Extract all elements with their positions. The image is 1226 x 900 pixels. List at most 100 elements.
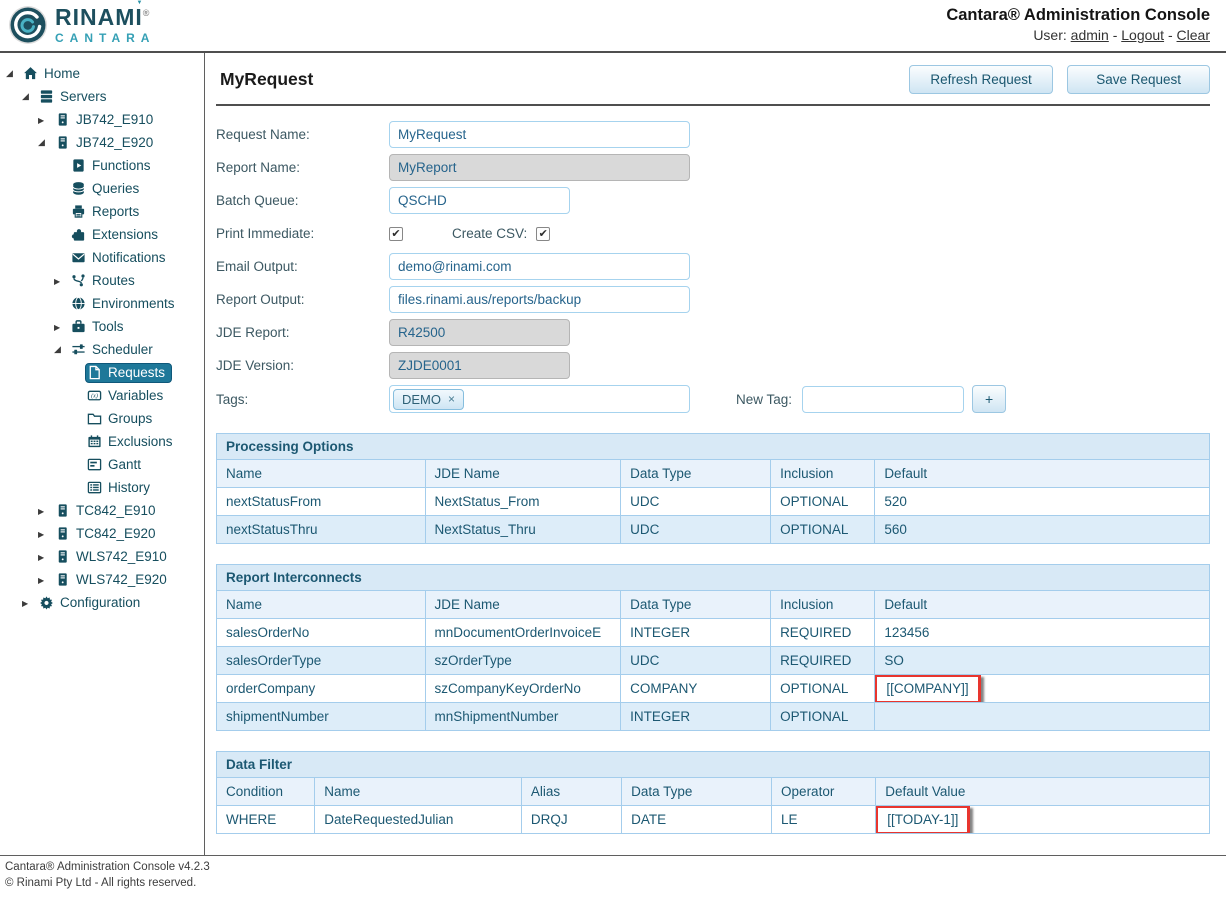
sidebar-item-jb742-e910[interactable]: JB742_E910	[0, 108, 204, 131]
sidebar-item-jb742-e920[interactable]: JB742_E920	[0, 131, 204, 154]
sidebar-item-wls742-e920[interactable]: WLS742_E920	[0, 568, 204, 591]
requests-icon	[87, 365, 103, 381]
sidebar-item-history[interactable]: History	[0, 476, 204, 499]
sidebar-item-environments[interactable]: Environments	[0, 292, 204, 315]
batch-queue-input[interactable]	[389, 187, 570, 214]
tree-expander-icon[interactable]	[22, 598, 37, 608]
table-cell: DateRequestedJulian	[315, 806, 522, 834]
report-output-input[interactable]	[389, 286, 690, 313]
table-row[interactable]: shipmentNumbermnShipmentNumberINTEGEROPT…	[217, 703, 1210, 731]
sidebar-item-label: WLS742_E920	[76, 573, 167, 587]
sidebar-item-label: Reports	[92, 205, 139, 219]
sidebar-item-configuration[interactable]: Configuration	[0, 591, 204, 614]
servers-icon	[39, 89, 55, 105]
processing-options-table: Processing OptionsNameJDE NameData TypeI…	[216, 433, 1210, 544]
app-title: Cantara® Administration Console	[946, 6, 1210, 25]
sidebar-item-home[interactable]: Home	[0, 62, 204, 85]
sidebar-item-scheduler[interactable]: Scheduler	[0, 338, 204, 361]
tree-expander-icon[interactable]	[38, 552, 53, 562]
clear-link[interactable]: Clear	[1177, 27, 1210, 43]
sidebar-item-tc842-e920[interactable]: TC842_E920	[0, 522, 204, 545]
table-row[interactable]: nextStatusThruNextStatus_ThruUDCOPTIONAL…	[217, 516, 1210, 544]
tree-expander-icon[interactable]	[6, 68, 21, 79]
table-cell: LE	[772, 806, 876, 834]
tree-expander-icon[interactable]	[38, 137, 53, 148]
table-cell: orderCompany	[217, 675, 426, 703]
sidebar-item-tc842-e910[interactable]: TC842_E910	[0, 499, 204, 522]
tag-remove-icon[interactable]: ×	[448, 393, 455, 405]
server-icon	[55, 135, 71, 151]
sidebar-item-label: JB742_E920	[76, 136, 153, 150]
add-tag-button[interactable]: +	[972, 385, 1006, 413]
user-line: User: admin - Logout - Clear	[946, 27, 1210, 43]
logout-link[interactable]: Logout	[1121, 27, 1164, 43]
tags-input[interactable]: DEMO ×	[389, 385, 690, 413]
tree-expander-icon[interactable]	[22, 91, 37, 102]
sidebar-item-label: Configuration	[60, 596, 140, 610]
sidebar-item-routes[interactable]: Routes	[0, 269, 204, 292]
sidebar-item-gantt[interactable]: Gantt	[0, 453, 204, 476]
column-header: Name	[217, 460, 426, 488]
app-footer: Cantara® Administration Console v4.2.3 ©…	[0, 855, 1226, 900]
sidebar-item-label: TC842_E920	[76, 527, 156, 541]
sidebar-item-label: Exclusions	[108, 435, 173, 449]
sidebar-item-extensions[interactable]: Extensions	[0, 223, 204, 246]
new-tag-label: New Tag:	[736, 392, 792, 407]
create-csv-checkbox[interactable]	[536, 227, 550, 241]
table-row[interactable]: salesOrderNomnDocumentOrderInvoiceEINTEG…	[217, 619, 1210, 647]
table-cell: [[TODAY-1]]	[876, 806, 1210, 834]
tree-expander-icon[interactable]	[54, 322, 69, 332]
sidebar-item-label: Extensions	[92, 228, 158, 242]
tree-expander-icon[interactable]	[38, 506, 53, 516]
table-row[interactable]: WHEREDateRequestedJulianDRQJDATELE[[TODA…	[217, 806, 1210, 834]
request-name-input[interactable]	[389, 121, 690, 148]
rinami-cantara-logo[interactable]: RINAMI® CANTARA	[8, 5, 155, 45]
column-header: Name	[217, 591, 426, 619]
sidebar-item-notifications[interactable]: Notifications	[0, 246, 204, 269]
processing-options-title: Processing Options	[216, 433, 1210, 459]
table-row[interactable]: nextStatusFromNextStatus_FromUDCOPTIONAL…	[217, 488, 1210, 516]
tree-expander-icon[interactable]	[54, 276, 69, 286]
tree-expander-icon[interactable]	[38, 115, 53, 125]
sidebar-item-label: Home	[44, 67, 80, 81]
content-area: Home ServersJB742_E910 JB742_E920 Functions…	[0, 53, 1226, 855]
sidebar-item-label: Groups	[108, 412, 152, 426]
tree-expander-icon[interactable]	[54, 344, 69, 355]
email-output-input[interactable]	[389, 253, 690, 280]
column-header: Default	[875, 591, 1210, 619]
sidebar-item-variables[interactable]: Variables	[0, 384, 204, 407]
column-header: JDE Name	[425, 591, 621, 619]
sidebar-item-label: Routes	[92, 274, 135, 288]
sidebar-item-queries[interactable]: Queries	[0, 177, 204, 200]
table-row[interactable]: orderCompanyszCompanyKeyOrderNoCOMPANYOP…	[217, 675, 1210, 703]
sidebar-item-tools[interactable]: Tools	[0, 315, 204, 338]
request-name-label: Request Name:	[216, 127, 389, 142]
table-row[interactable]: salesOrderTypeszOrderTypeUDCREQUIREDSO	[217, 647, 1210, 675]
sidebar-item-groups[interactable]: Groups	[0, 407, 204, 430]
tree-expander-icon[interactable]	[38, 575, 53, 585]
new-tag-input[interactable]	[802, 386, 964, 413]
data-filter-table: Data FilterConditionNameAliasData TypeOp…	[216, 751, 1210, 834]
print-immediate-checkbox[interactable]	[389, 227, 403, 241]
save-request-button[interactable]: Save Request	[1067, 65, 1210, 94]
sidebar-item-label: Variables	[108, 389, 163, 403]
rinami-logo-icon	[8, 5, 48, 45]
refresh-request-button[interactable]: Refresh Request	[909, 65, 1052, 94]
sidebar-item-servers[interactable]: Servers	[0, 85, 204, 108]
report-interconnects-title: Report Interconnects	[216, 564, 1210, 590]
user-name-link[interactable]: admin	[1071, 27, 1109, 43]
sidebar-item-wls742-e910[interactable]: WLS742_E910	[0, 545, 204, 568]
sidebar-item-exclusions[interactable]: Exclusions	[0, 430, 204, 453]
tree-expander-icon[interactable]	[38, 529, 53, 539]
table-cell: 560	[875, 516, 1210, 544]
tag-chip-label: DEMO	[402, 393, 441, 406]
red-highlight-box: [[COMPANY]]	[875, 675, 981, 703]
sidebar-item-reports[interactable]: Reports	[0, 200, 204, 223]
column-header: Data Type	[621, 591, 771, 619]
table-cell: WHERE	[217, 806, 315, 834]
sidebar-item-functions[interactable]: Functions	[0, 154, 204, 177]
sidebar-item-requests[interactable]: Requests	[0, 361, 204, 384]
table-cell: salesOrderNo	[217, 619, 426, 647]
table-cell: [[COMPANY]]	[875, 675, 1210, 703]
batch-queue-label: Batch Queue:	[216, 193, 389, 208]
